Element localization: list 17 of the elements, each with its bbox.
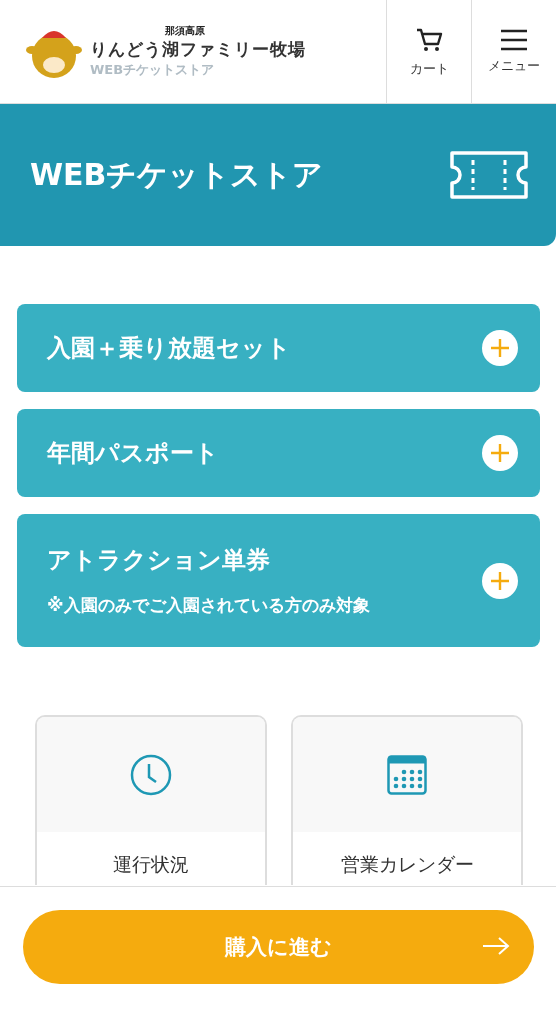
site-subtitle: WEBチケットストア bbox=[90, 61, 216, 79]
info-card[interactable]: 営業カレンダー bbox=[291, 715, 523, 885]
region-label: 那須高原 bbox=[164, 24, 206, 38]
site-title: りんどう湖ファミリー牧場 bbox=[90, 38, 306, 61]
menu-icon bbox=[500, 28, 528, 51]
arrow-icon bbox=[482, 936, 510, 956]
banner-title: WEBチケットストア bbox=[30, 155, 324, 194]
info-card[interactable]: 運行状況 bbox=[35, 715, 267, 885]
calendar-icon bbox=[387, 754, 427, 795]
section-title: アトラクション単券 bbox=[47, 545, 271, 576]
card-label: 運行状況 bbox=[112, 852, 190, 877]
clock-icon bbox=[130, 753, 172, 796]
section-title: 入園＋乗り放題セット bbox=[47, 333, 291, 364]
section-note: ※入園のみでご入園されている方のみ対象 bbox=[47, 594, 370, 617]
card-label: 営業カレンダー bbox=[339, 852, 475, 877]
ticket-icon bbox=[448, 150, 530, 200]
section-title: 年間パスポート bbox=[47, 438, 219, 469]
